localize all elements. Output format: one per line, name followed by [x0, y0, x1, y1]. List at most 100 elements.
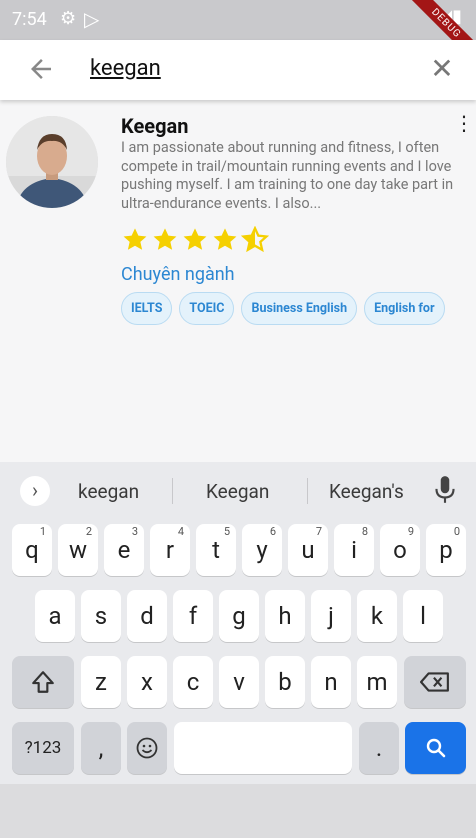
- key-c[interactable]: c: [173, 656, 213, 708]
- key-o-label: o: [393, 536, 407, 564]
- key-z[interactable]: z: [81, 656, 121, 708]
- close-icon[interactable]: ✕: [426, 53, 458, 85]
- backspace-icon: [420, 672, 449, 692]
- key-p[interactable]: p0: [426, 524, 466, 576]
- key-i[interactable]: i8: [334, 524, 374, 576]
- key-c-label: c: [186, 668, 200, 696]
- key-hint: 8: [361, 525, 368, 538]
- suggestion-word[interactable]: keegan: [78, 480, 139, 503]
- key-z-label: z: [95, 668, 107, 696]
- key-q-label: q: [25, 536, 39, 564]
- key-v-label: v: [233, 668, 245, 696]
- key-hint: 6: [269, 525, 276, 538]
- key-o[interactable]: o9: [380, 524, 420, 576]
- specialty-chip[interactable]: Business English: [241, 292, 358, 325]
- backspace-key[interactable]: [404, 656, 466, 708]
- back-arrow-icon[interactable]: [26, 54, 56, 84]
- key-g-label: g: [232, 602, 246, 630]
- search-input[interactable]: keegan: [90, 56, 161, 81]
- key-p-label: p: [439, 536, 453, 564]
- comma-key-label: ,: [98, 734, 104, 762]
- key-u[interactable]: u7: [288, 524, 328, 576]
- key-s[interactable]: s: [81, 590, 121, 642]
- space-key[interactable]: [174, 722, 352, 774]
- specialty-chip[interactable]: English for: [364, 292, 445, 325]
- key-x[interactable]: x: [127, 656, 167, 708]
- specialty-chip[interactable]: IELTS: [121, 292, 173, 325]
- key-q[interactable]: q1: [12, 524, 52, 576]
- chevron-right-icon[interactable]: ›: [20, 476, 50, 506]
- key-hint: 5: [223, 525, 230, 538]
- period-key[interactable]: .: [359, 722, 399, 774]
- key-e-label: e: [117, 536, 131, 564]
- key-m[interactable]: m: [357, 656, 397, 708]
- key-t-label: t: [212, 536, 220, 564]
- search-app-bar: keegan ✕: [0, 40, 476, 100]
- specialty-chips: IELTS TOEIC Business English English for: [121, 292, 460, 332]
- key-h[interactable]: h: [265, 590, 305, 642]
- specialty-chip[interactable]: TOEIC: [179, 292, 235, 325]
- star-icon: [123, 228, 147, 250]
- suggestion-word[interactable]: Keegan: [206, 480, 269, 503]
- star-icon: [183, 228, 207, 250]
- microphone-icon[interactable]: [432, 474, 458, 506]
- key-j[interactable]: j: [311, 590, 351, 642]
- key-g[interactable]: g: [219, 590, 259, 642]
- star-icon: [153, 228, 177, 250]
- status-time: 7:54: [12, 9, 47, 30]
- key-f-label: f: [188, 602, 198, 630]
- tutor-bio: I am passionate about running and fitnes…: [121, 139, 454, 212]
- key-h-label: h: [278, 602, 292, 630]
- key-w-label: w: [68, 536, 88, 564]
- suggestion-divider: [307, 478, 308, 504]
- emoji-icon: [136, 737, 158, 759]
- star-rating: [121, 225, 271, 254]
- emoji-key[interactable]: [127, 722, 167, 774]
- key-t[interactable]: t5: [196, 524, 236, 576]
- key-a-label: a: [48, 602, 62, 630]
- key-k[interactable]: k: [357, 590, 397, 642]
- search-icon: [426, 738, 445, 758]
- key-d-label: d: [140, 602, 154, 630]
- more-vert-icon[interactable]: ⋮: [454, 108, 474, 138]
- key-hint: 3: [131, 525, 138, 538]
- gear-icon: ⚙: [60, 8, 77, 29]
- key-y-label: y: [256, 536, 268, 564]
- key-i-label: i: [351, 536, 357, 564]
- key-y[interactable]: y6: [242, 524, 282, 576]
- key-hint: 4: [177, 525, 184, 538]
- suggestion-divider: [172, 478, 173, 504]
- key-w[interactable]: w2: [58, 524, 98, 576]
- key-a[interactable]: a: [35, 590, 75, 642]
- suggestion-strip: › keegan Keegan Keegan's: [0, 462, 476, 518]
- key-d[interactable]: d: [127, 590, 167, 642]
- avatar: [6, 116, 98, 208]
- shift-key[interactable]: [12, 656, 74, 708]
- key-x-label: x: [141, 668, 153, 696]
- key-l-label: l: [420, 602, 426, 630]
- star-half-icon: [240, 225, 270, 253]
- key-hint: 1: [39, 525, 46, 538]
- search-key[interactable]: [405, 722, 466, 774]
- comma-key[interactable]: ,: [81, 722, 121, 774]
- key-b-label: b: [278, 668, 292, 696]
- key-r[interactable]: r4: [150, 524, 190, 576]
- key-l[interactable]: l: [403, 590, 443, 642]
- key-r-label: r: [165, 536, 175, 564]
- tutor-name: Keegan: [121, 114, 189, 138]
- key-b[interactable]: b: [265, 656, 305, 708]
- status-bar: 7:54 ⚙ ▷ ▾◢▮ DEBUG: [0, 0, 476, 72]
- key-v[interactable]: v: [219, 656, 259, 708]
- key-e[interactable]: e3: [104, 524, 144, 576]
- key-m-label: m: [366, 668, 388, 696]
- key-n[interactable]: n: [311, 656, 351, 708]
- symbols-key[interactable]: ?123: [12, 722, 74, 774]
- key-hint: 0: [453, 525, 460, 538]
- key-s-label: s: [94, 602, 108, 630]
- tutor-result-card[interactable]: Keegan ⋮ I am passionate about running a…: [6, 108, 474, 348]
- symbols-key-label: ?123: [24, 738, 62, 758]
- suggestion-word[interactable]: Keegan's: [329, 480, 404, 503]
- specialties-label: Chuyên ngành: [121, 264, 235, 285]
- key-f[interactable]: f: [173, 590, 213, 642]
- key-k-label: k: [370, 602, 384, 630]
